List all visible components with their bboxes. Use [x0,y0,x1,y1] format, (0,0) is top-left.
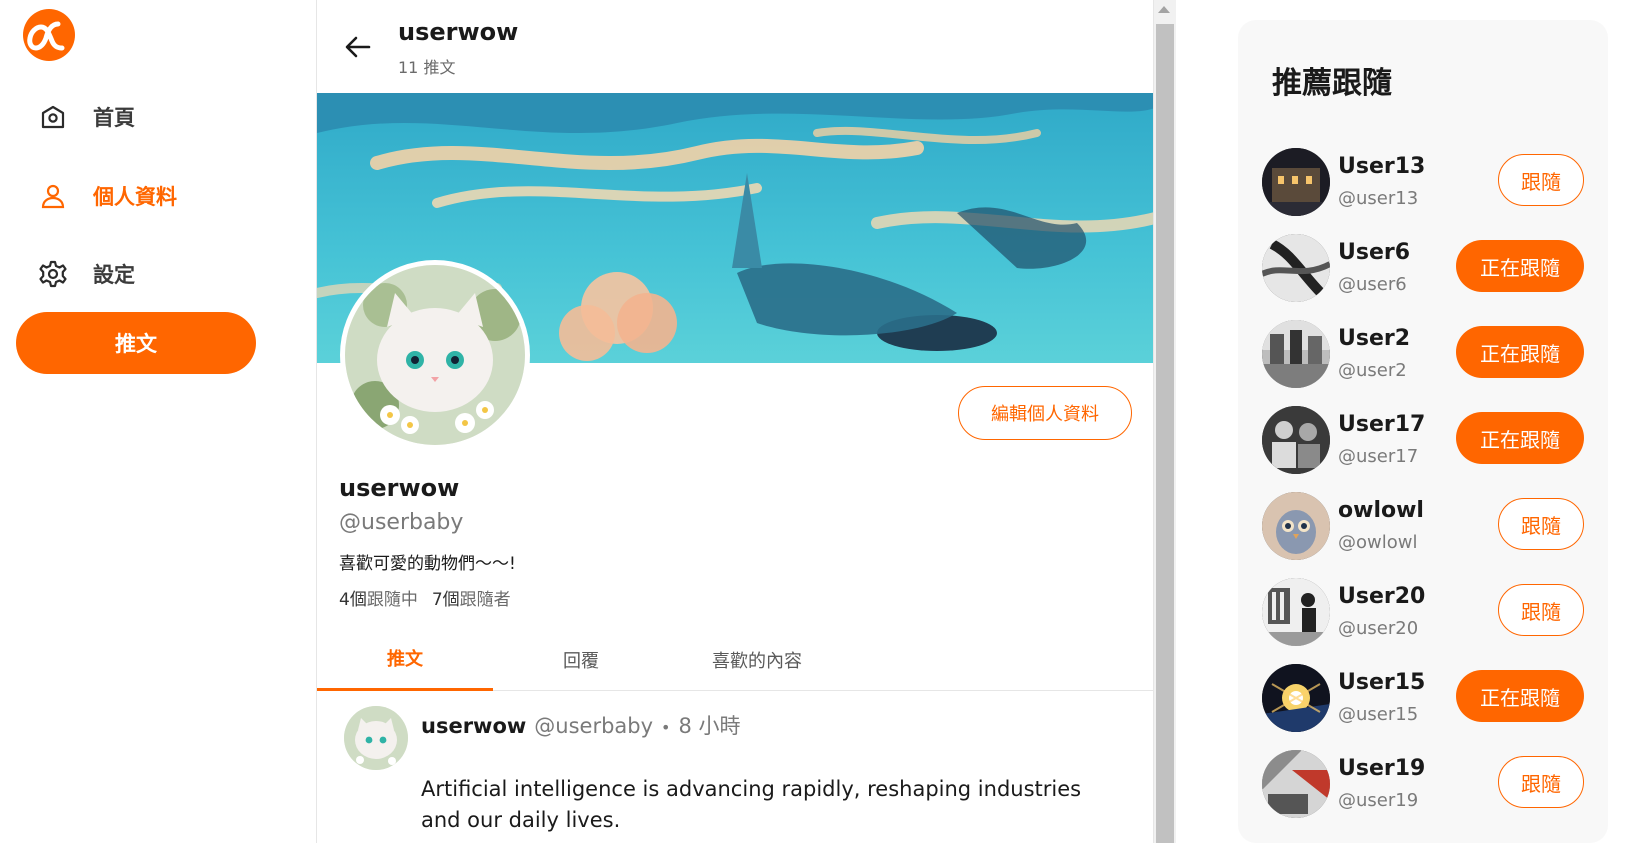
nav-label-home: 首頁 [93,106,135,130]
recommend-title: 推薦跟隨 [1272,66,1392,101]
profile-name: userwow [339,474,460,502]
recommend-handle: @user20 [1338,618,1419,639]
recommend-avatar[interactable] [1262,664,1330,732]
tweet-text: Artificial intelligence is advancing rap… [421,777,1082,832]
profile-stats: 4個跟隨中 7個跟隨者 [339,585,511,610]
user-icon [38,181,68,211]
following-button[interactable]: 正在跟隨 [1456,670,1584,722]
following-label: 跟隨中 [366,590,418,610]
recommend-avatar[interactable] [1262,578,1330,646]
recommend-item: User6 @user6 正在跟隨 [1238,234,1608,314]
edit-profile-button[interactable]: 編輯個人資料 [958,386,1132,440]
recommend-item: User2 @user2 正在跟隨 [1238,320,1608,400]
left-sidebar: 首頁 個人資料 設定 推文 [0,0,316,843]
follow-button[interactable]: 跟隨 [1498,154,1584,206]
recommend-name[interactable]: User2 [1338,326,1410,351]
profile-main: userwow 11 推文 編輯個人資料 userwow @userbaby 喜… [316,0,1154,843]
recommend-item: User17 @user17 正在跟隨 [1238,406,1608,486]
recommend-name[interactable]: User15 [1338,670,1425,695]
tab-likes[interactable]: 喜歡的內容 [669,628,845,691]
nav-label-settings: 設定 [93,263,135,287]
profile-bio: 喜歡可愛的動物們〜〜! [339,554,516,574]
following-button[interactable]: 正在跟隨 [1456,240,1584,292]
recommend-handle: @user17 [1338,446,1419,467]
recommend-avatar[interactable] [1262,148,1330,216]
tweet-handle[interactable]: @userbaby [534,714,653,738]
recommend-handle: @user6 [1338,274,1407,295]
recommend-handle: @user19 [1338,790,1419,811]
recommend-handle: @owlowl [1338,532,1418,553]
main-scrollbar[interactable] [1154,0,1176,843]
alpha-logo-icon[interactable] [22,8,76,62]
recommend-avatar[interactable] [1262,234,1330,302]
recommend-avatar[interactable] [1262,492,1330,560]
recommend-name[interactable]: owlowl [1338,498,1424,523]
profile-avatar[interactable] [340,260,530,450]
tweet-item[interactable]: userwow @userbaby • 8 小時 Artificial inte… [317,692,1153,843]
recommend-name[interactable]: User17 [1338,412,1425,437]
profile-handle: @userbaby [339,510,464,535]
recommend-item: User13 @user13 跟隨 [1238,148,1608,228]
recommend-item: owlowl @owlowl 跟隨 [1238,492,1608,572]
follow-button[interactable]: 跟隨 [1498,756,1584,808]
compose-tweet-button[interactable]: 推文 [16,312,256,374]
recommend-handle: @user2 [1338,360,1407,381]
tab-replies[interactable]: 回覆 [493,628,669,691]
recommend-avatar[interactable] [1262,320,1330,388]
following-button[interactable]: 正在跟隨 [1456,412,1584,464]
nav-item-home[interactable]: 首頁 [38,97,135,137]
tweet-avatar[interactable] [344,706,408,770]
profile-header: userwow 11 推文 [317,0,1153,93]
recommend-handle: @user15 [1338,704,1419,725]
header-tweet-count: 11 推文 [398,58,456,77]
followers-count: 7個 [431,590,460,610]
header-title: userwow [398,18,519,46]
recommend-panel: 推薦跟隨 User13 @user13 跟隨 User6 @user6 正在跟隨… [1238,20,1608,843]
gear-icon [38,259,68,289]
nav-label-profile: 個人資料 [93,185,177,209]
tab-tweets[interactable]: 推文 [317,628,493,691]
scrollbar-thumb[interactable] [1156,24,1174,843]
tweet-separator: • [661,718,671,737]
recommend-item: User19 @user19 跟隨 [1238,750,1608,830]
nav-item-profile[interactable]: 個人資料 [38,176,177,216]
recommend-name[interactable]: User19 [1338,756,1425,781]
recommend-name[interactable]: User13 [1338,154,1425,179]
recommend-avatar[interactable] [1262,406,1330,474]
tweet-header: userwow @userbaby • 8 小時 [421,710,741,740]
following-count: 4個 [339,590,367,610]
home-icon [38,102,68,132]
tweet-author[interactable]: userwow [421,714,526,738]
follow-button[interactable]: 跟隨 [1498,498,1584,550]
profile-tabs: 推文 回覆 喜歡的內容 [317,628,1153,691]
followers-stat[interactable]: 7個跟隨者 [432,585,511,610]
recommend-avatar[interactable] [1262,750,1330,818]
scroll-up-arrow-icon[interactable] [1158,6,1170,13]
tweet-time: 8 小時 [678,714,741,738]
recommend-name[interactable]: User20 [1338,584,1425,609]
arrow-left-icon[interactable] [341,30,375,64]
followers-label: 跟隨者 [459,590,511,610]
recommend-item: User15 @user15 正在跟隨 [1238,664,1608,744]
following-stat[interactable]: 4個跟隨中 [339,585,418,610]
follow-button[interactable]: 跟隨 [1498,584,1584,636]
recommend-item: User20 @user20 跟隨 [1238,578,1608,658]
following-button[interactable]: 正在跟隨 [1456,326,1584,378]
recommend-handle: @user13 [1338,188,1419,209]
recommend-name[interactable]: User6 [1338,240,1410,265]
nav-item-settings[interactable]: 設定 [38,254,135,294]
